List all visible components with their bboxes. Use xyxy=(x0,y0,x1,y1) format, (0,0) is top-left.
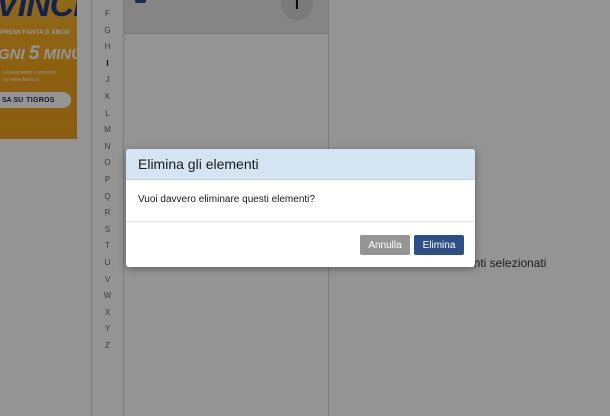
cancel-button[interactable]: Annulla xyxy=(360,235,410,255)
dialog-message: Vuoi davvero eliminare questi elementi? xyxy=(126,180,475,222)
dialog-title: Elimina gli elementi xyxy=(126,149,475,180)
delete-button[interactable]: Elimina xyxy=(414,235,464,255)
dialog-footer: Annulla Elimina xyxy=(126,223,475,267)
delete-dialog: Elimina gli elementi Vuoi davvero elimin… xyxy=(126,149,475,267)
